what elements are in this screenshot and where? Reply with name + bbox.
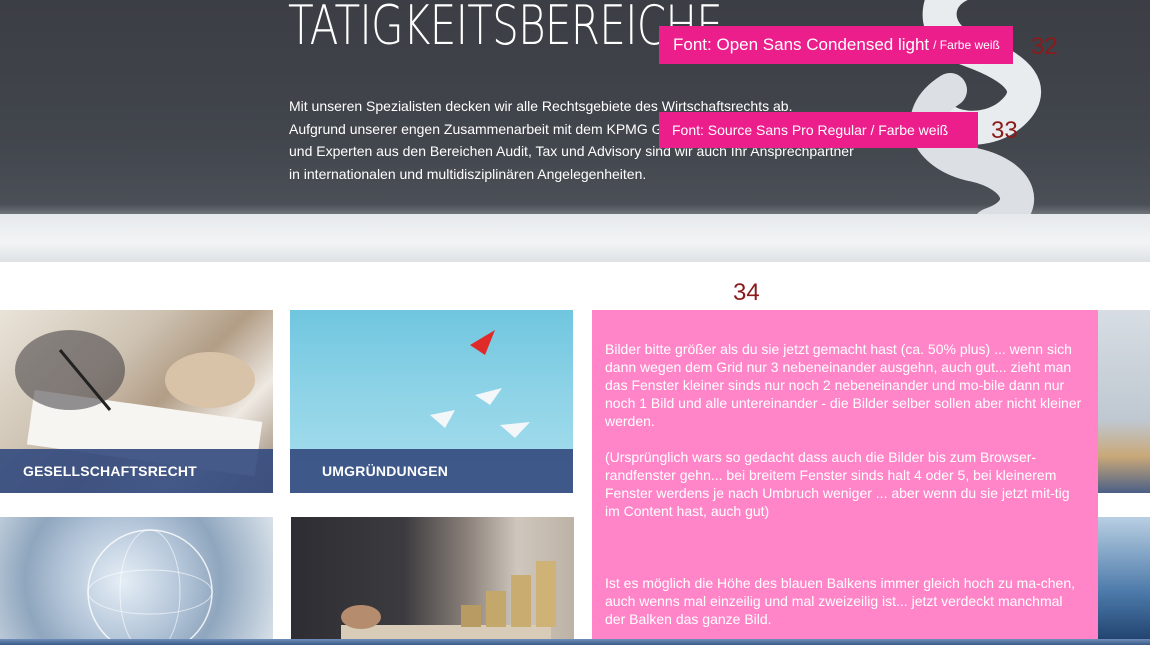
hero-text-line: in internationalen und multidisziplinäre… bbox=[289, 165, 647, 182]
tile-globe-image[interactable] bbox=[0, 517, 273, 645]
annotation-font-title: Font: Open Sans Condensed light / Farbe … bbox=[659, 26, 1013, 64]
tile-partial-right-bottom[interactable] bbox=[1098, 517, 1150, 645]
tile-umgruendungen[interactable]: UMGRÜNDUNGEN bbox=[290, 310, 573, 493]
coin-stacks-image bbox=[341, 561, 556, 645]
annotation-prefix: Font: bbox=[672, 122, 704, 138]
page-title: TÄTIGKEITSBEREICHE bbox=[288, 0, 723, 57]
note-paragraph: (Ursprünglich wars so gedacht dass auch … bbox=[605, 449, 1070, 519]
annotation-font-name: Source Sans Pro Regular / Farbe weiß bbox=[707, 122, 949, 138]
annotation-number: 33 bbox=[991, 117, 1018, 144]
tile-label: UMGRÜNDUNGEN bbox=[290, 449, 573, 493]
review-note: Bilder bitte größer als du sie jetzt gem… bbox=[592, 310, 1098, 645]
annotation-color-note: / Farbe weiß bbox=[933, 38, 1000, 52]
tile-gesellschaftsrecht[interactable]: GESELLSCHAFTSRECHT bbox=[0, 310, 273, 493]
tile-partial-right-top[interactable] bbox=[1098, 310, 1150, 493]
note-paragraph: Bilder bitte größer als du sie jetzt gem… bbox=[605, 341, 1082, 429]
annotation-prefix: Font: bbox=[673, 35, 712, 54]
tile-label: GESELLSCHAFTSRECHT bbox=[0, 449, 273, 493]
annotation-font-body: Font: Source Sans Pro Regular / Farbe we… bbox=[659, 112, 978, 148]
annotation-number: 34 bbox=[733, 279, 760, 306]
annotation-font-name: Open Sans Condensed light bbox=[716, 35, 930, 54]
tile-coins-image[interactable] bbox=[291, 517, 574, 645]
note-paragraph: Ist es möglich die Höhe des blauen Balke… bbox=[605, 575, 1076, 627]
hero-table-surface bbox=[0, 214, 1150, 262]
network-globe-image bbox=[87, 529, 213, 645]
annotation-number: 32 bbox=[1031, 33, 1058, 60]
os-taskbar[interactable] bbox=[0, 639, 1150, 645]
